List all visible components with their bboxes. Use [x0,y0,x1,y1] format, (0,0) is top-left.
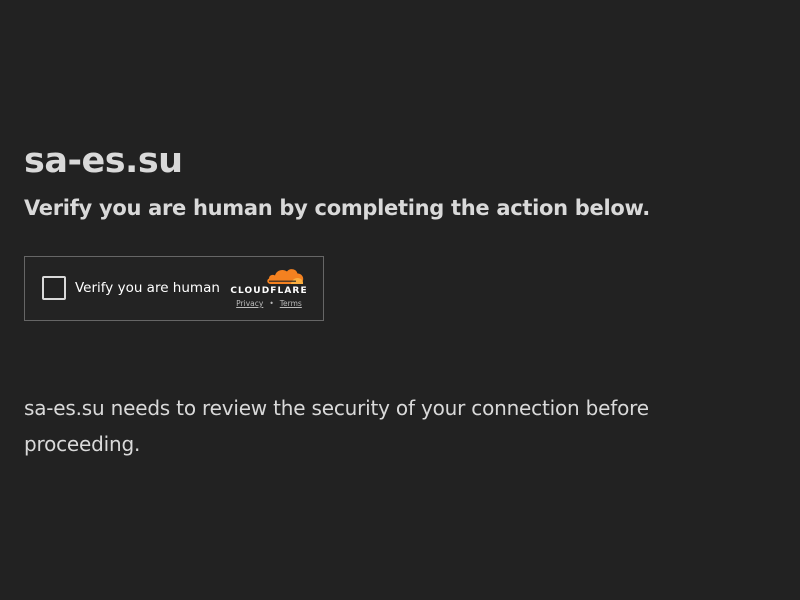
turnstile-widget: Verify you are human CLOUDFLARE Privacy •… [24,256,324,321]
page-subtitle: Verify you are human by completing the a… [24,196,650,220]
cloudflare-brand: CLOUDFLARE Privacy • Terms [229,267,309,309]
cloud-icon [267,269,304,284]
privacy-link[interactable]: Privacy [236,299,263,308]
security-message: sa-es.su needs to review the security of… [24,396,649,456]
page-title: sa-es.su [24,141,183,181]
terms-link[interactable]: Terms [280,299,302,308]
verify-checkbox-label[interactable]: Verify you are human [75,276,220,300]
challenge-page: sa-es.su Verify you are human by complet… [0,0,800,600]
verify-checkbox[interactable] [42,276,66,300]
widget-links: Privacy • Terms [229,299,309,309]
verify-checkbox-area[interactable]: Verify you are human [42,276,220,300]
cloudflare-wordmark: CLOUDFLARE [230,286,308,296]
link-separator: • [269,299,274,308]
